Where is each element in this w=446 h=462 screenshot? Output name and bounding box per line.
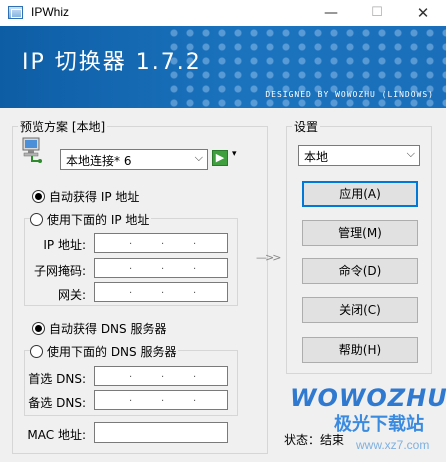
manual-dns-radio[interactable]: 使用下面的 DNS 服务器: [30, 343, 179, 360]
alternate-dns-label: 备选 DNS:: [28, 396, 86, 410]
banner: IP 切换器 1.7.2 DESIGNED BY WOWOZHU (LINDOW…: [0, 26, 446, 108]
network-adapter-icon: [22, 137, 42, 163]
gateway-field[interactable]: ...: [94, 282, 228, 302]
watermark-brand: WOWOZHU: [290, 384, 446, 412]
title-bar: IPWhiz — ☐ ✕: [0, 0, 446, 26]
scheme-select[interactable]: 本地 ⌵: [298, 145, 420, 166]
close-window-button[interactable]: ✕: [400, 0, 446, 26]
auto-ip-label: 自动获得 IP 地址: [49, 190, 140, 204]
arrow-indicator: —>>: [256, 251, 281, 264]
banner-subtitle: DESIGNED BY WOWOZHU (LINDOWS): [265, 90, 434, 99]
green-arrow-icon[interactable]: ▶: [212, 150, 228, 166]
command-button[interactable]: 命令(D): [302, 258, 418, 284]
auto-dns-radio[interactable]: 自动获得 DNS 服务器: [32, 320, 166, 337]
radio-icon: [30, 213, 43, 226]
scheme-select-value: 本地: [304, 150, 329, 164]
maximize-button[interactable]: ☐: [354, 0, 400, 26]
mac-address-field[interactable]: [94, 422, 228, 443]
status-text: 状态：结束: [284, 433, 345, 447]
banner-title: IP 切换器 1.7.2: [22, 50, 202, 75]
mac-label: MAC 地址:: [27, 428, 86, 442]
auto-dns-label: 自动获得 DNS 服务器: [49, 322, 167, 336]
chevron-down-icon: ⌵: [406, 147, 415, 160]
preview-legend: 预览方案 [本地]: [18, 118, 108, 135]
radio-icon: [30, 345, 43, 358]
watermark-site: 极光下载站: [334, 414, 424, 435]
settings-legend: 设置: [292, 118, 321, 135]
radio-icon: [32, 322, 45, 335]
preferred-dns-label: 首选 DNS:: [28, 372, 86, 386]
help-button[interactable]: 帮助(H): [302, 337, 418, 363]
gateway-label: 网关:: [57, 288, 86, 302]
preferred-dns-field[interactable]: ...: [94, 366, 228, 386]
minimize-button[interactable]: —: [308, 0, 354, 26]
adapter-select-value: 本地连接* 6: [66, 154, 132, 168]
apply-button[interactable]: 应用(A): [302, 181, 418, 207]
manual-dns-label: 使用下面的 DNS 服务器: [47, 345, 177, 359]
alternate-dns-field[interactable]: ...: [94, 390, 228, 410]
window-title: IPWhiz: [31, 5, 70, 19]
ip-address-field[interactable]: ...: [94, 233, 228, 253]
manage-button[interactable]: 管理(M): [302, 220, 418, 246]
watermark-url: www.xz7.com: [356, 438, 430, 452]
subnet-mask-field[interactable]: ...: [94, 258, 228, 278]
manual-ip-label: 使用下面的 IP 地址: [47, 213, 150, 227]
ip-label: IP 地址:: [43, 238, 86, 252]
chevron-down-icon: ⌵: [194, 151, 203, 164]
auto-ip-radio[interactable]: 自动获得 IP 地址: [32, 188, 139, 205]
app-icon: [8, 6, 23, 19]
subnet-mask-label: 子网掩码:: [33, 264, 86, 278]
dropdown-arrow-icon[interactable]: ▾: [232, 149, 237, 159]
close-button[interactable]: 关闭(C): [302, 297, 418, 323]
adapter-select[interactable]: 本地连接* 6 ⌵: [60, 149, 208, 170]
manual-ip-radio[interactable]: 使用下面的 IP 地址: [30, 211, 152, 228]
radio-icon: [32, 190, 45, 203]
